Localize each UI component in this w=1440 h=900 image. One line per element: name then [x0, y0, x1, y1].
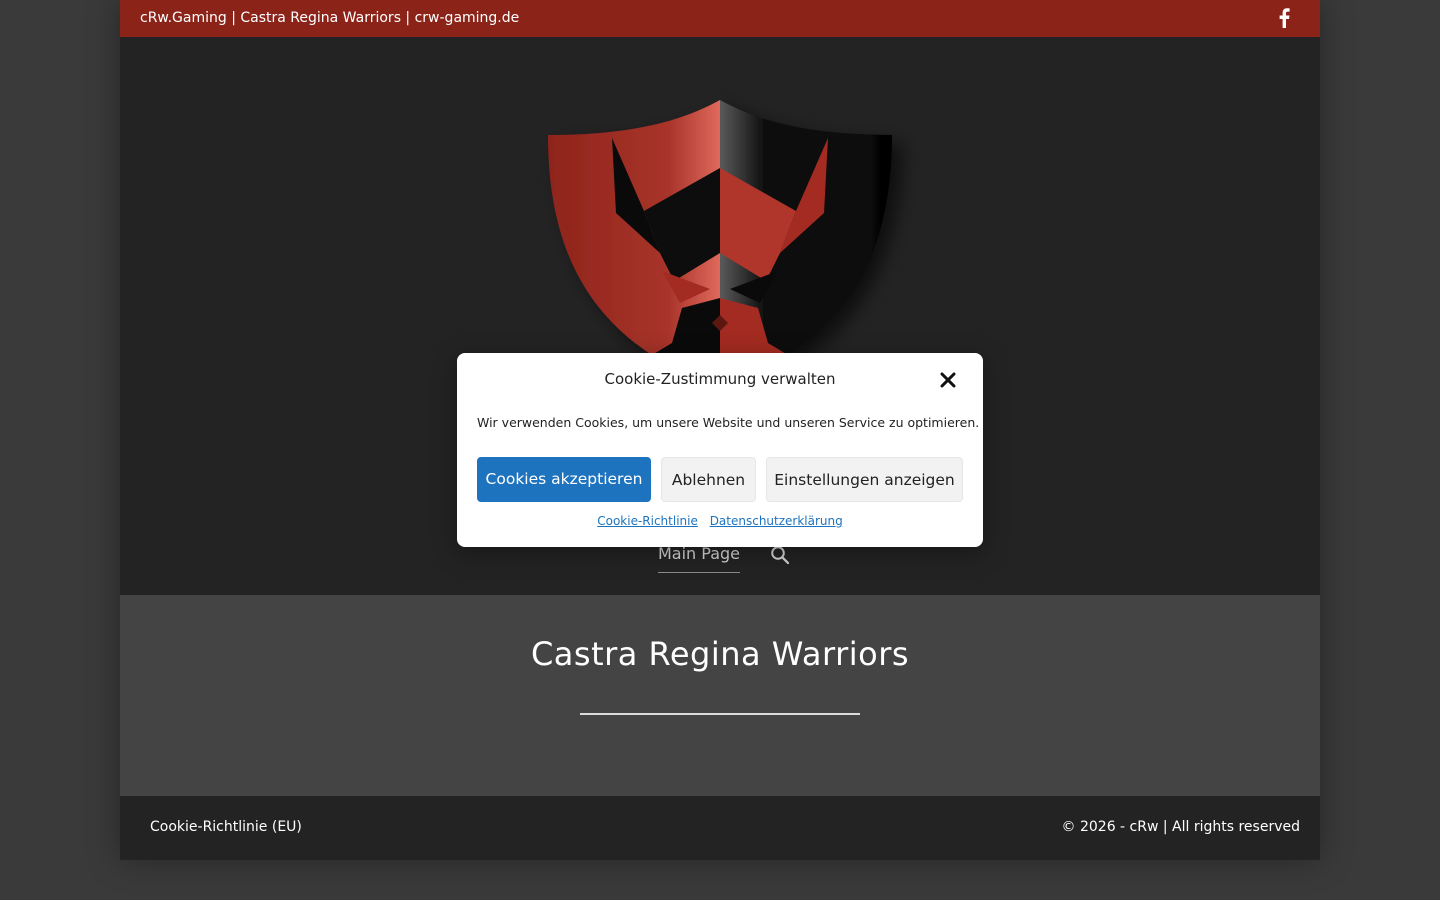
cookie-consent-modal: Cookie-Zustimmung verwalten Wir verwende… — [457, 353, 983, 547]
accept-cookies-button[interactable]: Cookies akzeptieren — [477, 457, 651, 502]
page-title: Castra Regina Warriors — [530, 635, 910, 673]
facebook-icon[interactable] — [1278, 8, 1290, 28]
site-footer: Cookie-Richtlinie (EU) © 2026 - cRw | Al… — [120, 796, 1320, 860]
nav-main-page[interactable]: Main Page — [658, 544, 741, 573]
modal-message: Wir verwenden Cookies, um unsere Website… — [477, 415, 980, 430]
top-bar: cRw.Gaming | Castra Regina Warriors | cr… — [120, 0, 1320, 37]
footer-cookie-policy-link[interactable]: Cookie-Richtlinie (EU) — [150, 819, 302, 836]
site-tagline: cRw.Gaming | Castra Regina Warriors | cr… — [140, 10, 520, 26]
modal-title: Cookie-Zustimmung verwalten — [604, 370, 836, 388]
close-icon[interactable] — [939, 371, 957, 389]
page-hero: Castra Regina Warriors — [120, 595, 1320, 796]
deny-cookies-button[interactable]: Ablehnen — [661, 457, 756, 502]
cookie-policy-link[interactable]: Cookie-Richtlinie — [597, 514, 698, 528]
title-divider — [580, 713, 860, 715]
cookie-settings-button[interactable]: Einstellungen anzeigen — [766, 457, 963, 502]
shield-bull-logo[interactable] — [532, 93, 932, 393]
privacy-policy-link[interactable]: Datenschutzerklärung — [710, 514, 843, 528]
modal-links: Cookie-Richtlinie Datenschutzerklärung — [457, 514, 983, 529]
search-icon[interactable] — [770, 545, 790, 565]
footer-copyright: © 2026 - cRw | All rights reserved — [1061, 819, 1300, 835]
